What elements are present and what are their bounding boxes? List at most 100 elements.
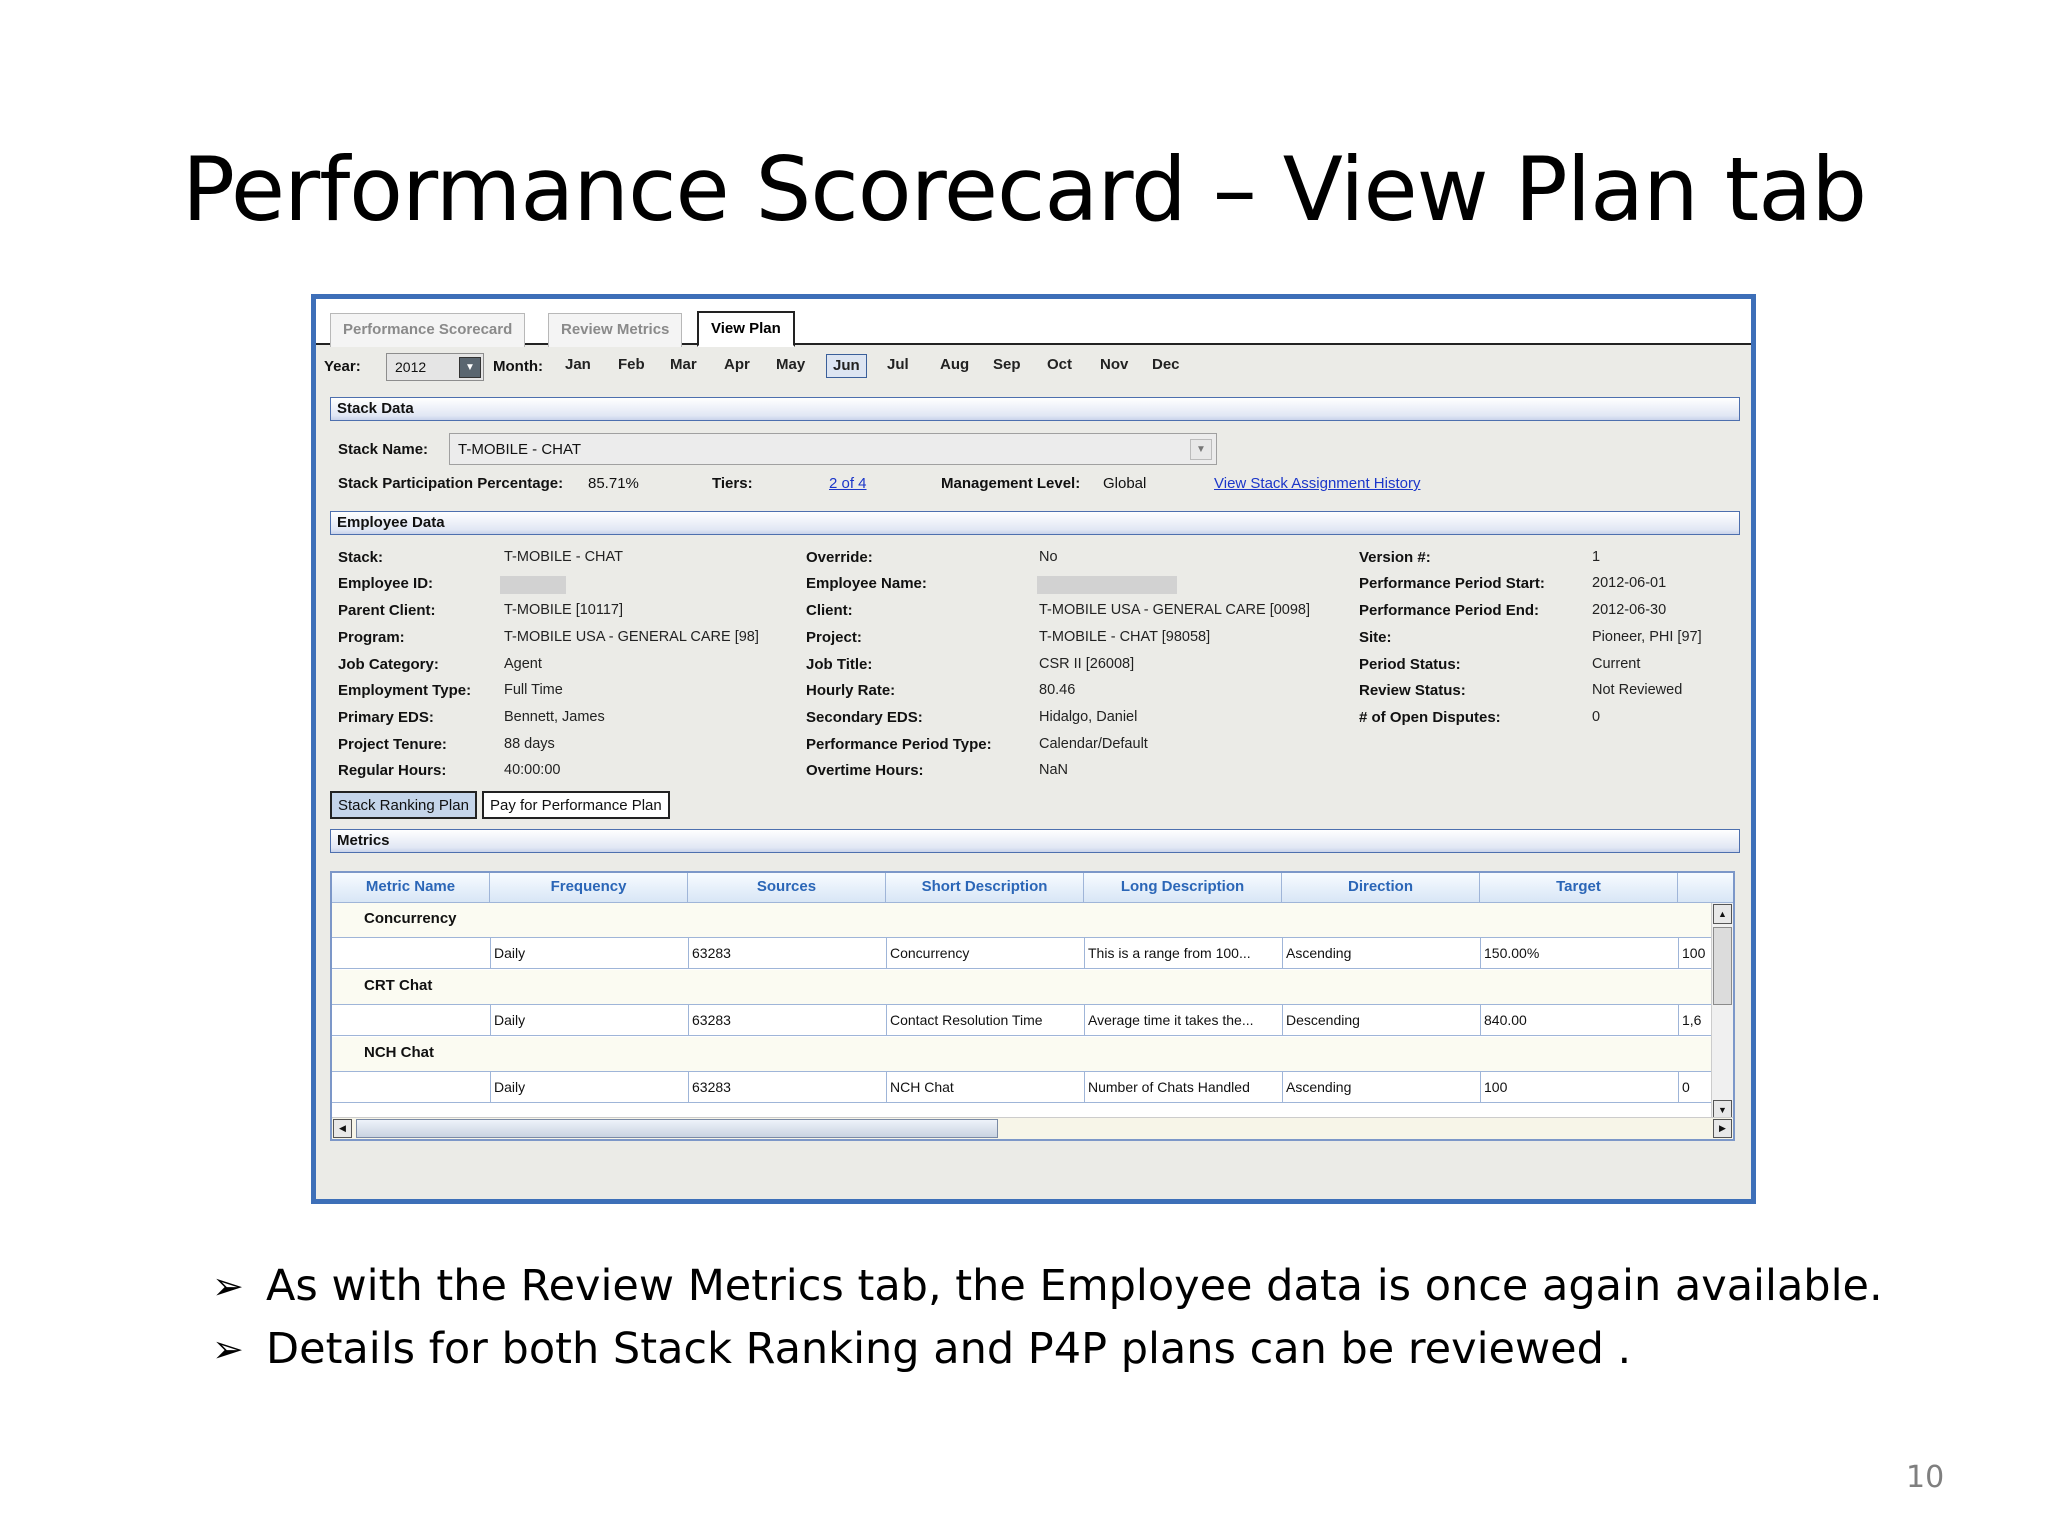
month-jul[interactable]: Jul	[881, 354, 915, 378]
table-row[interactable]: Daily 63283 Concurrency This is a range …	[332, 937, 1712, 969]
month-jan[interactable]: Jan	[559, 354, 597, 378]
view-stack-history-link[interactable]: View Stack Assignment History	[1214, 475, 1420, 492]
period-end-label: Performance Period End:	[1359, 602, 1540, 619]
hourly-rate-label: Hourly Rate:	[806, 682, 896, 699]
cell-short-description: Contact Resolution Time	[886, 1005, 1084, 1036]
horizontal-scrollbar[interactable]: ◀ ▶	[332, 1117, 1733, 1139]
pay-for-performance-plan-button[interactable]: Pay for Performance Plan	[482, 791, 670, 819]
col-metric-name[interactable]: Metric Name	[332, 873, 490, 903]
period-start-value: 2012-06-01	[1592, 575, 1667, 591]
scroll-thumb[interactable]	[356, 1119, 998, 1138]
employee-data-header: Employee Data	[330, 511, 1740, 535]
stack-label: Stack:	[338, 549, 384, 566]
chevron-down-icon[interactable]: ▼	[1190, 439, 1212, 460]
stack-name-value: T-MOBILE - CHAT	[458, 441, 582, 458]
stack-name-select[interactable]: T-MOBILE - CHAT ▼	[449, 433, 1217, 465]
metrics-table-header: Metric Name Frequency Sources Short Desc…	[332, 873, 1733, 903]
employee-name-redacted	[1037, 576, 1177, 594]
table-row[interactable]: Daily 63283 Contact Resolution Time Aver…	[332, 1004, 1712, 1036]
month-nov[interactable]: Nov	[1094, 354, 1134, 378]
tab-review-metrics[interactable]: Review Metrics	[548, 313, 683, 347]
cell-long-description: Average time it takes the...	[1084, 1005, 1282, 1036]
month-dec[interactable]: Dec	[1146, 354, 1186, 378]
bullet-item: ➢ As with the Review Metrics tab, the Em…	[212, 1255, 1883, 1318]
program-label: Program:	[338, 629, 405, 646]
project-tenure-value: 88 days	[504, 736, 555, 752]
overtime-hours-value: NaN	[1039, 762, 1069, 778]
period-start-label: Performance Period Start:	[1359, 575, 1545, 592]
month-feb[interactable]: Feb	[612, 354, 651, 378]
scorecard-app: Performance Scorecard Review Metrics Vie…	[316, 299, 1751, 1199]
col-sources[interactable]: Sources	[688, 873, 886, 903]
metrics-header: Metrics	[330, 829, 1740, 853]
cell-target: 150.00%	[1480, 938, 1678, 969]
table-row[interactable]: Daily 63283 NCH Chat Number of Chats Han…	[332, 1071, 1712, 1103]
col-frequency[interactable]: Frequency	[490, 873, 688, 903]
metric-group-row[interactable]: NCH Chat	[332, 1037, 1712, 1071]
chevron-down-icon[interactable]: ▼	[459, 357, 481, 378]
month-may[interactable]: May	[770, 354, 811, 378]
tab-performance-scorecard[interactable]: Performance Scorecard	[330, 313, 526, 347]
app-screenshot-frame: Performance Scorecard Review Metrics Vie…	[311, 294, 1756, 1204]
program-value: T-MOBILE USA - GENERAL CARE [98]	[504, 629, 759, 645]
hourly-rate-value: 80.46	[1039, 682, 1076, 698]
job-category-value: Agent	[504, 656, 542, 672]
version-label: Version #:	[1359, 549, 1431, 566]
period-end-value: 2012-06-30	[1592, 602, 1667, 618]
col-short-description[interactable]: Short Description	[886, 873, 1084, 903]
open-disputes-value: 0	[1592, 709, 1601, 725]
metric-group-name: Concurrency	[364, 910, 457, 927]
tiers-link[interactable]: 2 of 4	[829, 475, 867, 492]
cell-long-description: Number of Chats Handled	[1084, 1072, 1282, 1103]
vertical-scrollbar[interactable]: ▲ ▼	[1711, 903, 1733, 1121]
metric-group-name: NCH Chat	[364, 1044, 434, 1061]
tab-bar: Performance Scorecard Review Metrics Vie…	[316, 299, 1751, 347]
employee-id-redacted	[500, 576, 566, 594]
parent-client-label: Parent Client:	[338, 602, 436, 619]
cell-next: 0	[1678, 1072, 1712, 1103]
scroll-thumb[interactable]	[1713, 927, 1732, 1005]
month-mar[interactable]: Mar	[664, 354, 703, 378]
client-value: T-MOBILE USA - GENERAL CARE [0098]	[1039, 602, 1311, 618]
stack-value: T-MOBILE - CHAT	[504, 549, 623, 565]
col-long-description[interactable]: Long Description	[1084, 873, 1282, 903]
year-select[interactable]: 2012 ▼	[386, 353, 484, 381]
cell-next: 100	[1678, 938, 1712, 969]
month-oct[interactable]: Oct	[1041, 354, 1078, 378]
performance-period-type-label: Performance Period Type:	[806, 736, 992, 753]
col-direction[interactable]: Direction	[1282, 873, 1480, 903]
secondary-eds-label: Secondary EDS:	[806, 709, 923, 726]
project-label: Project:	[806, 629, 862, 646]
cell-sources: 63283	[688, 938, 886, 969]
cell-short-description: Concurrency	[886, 938, 1084, 969]
scroll-right-icon[interactable]: ▶	[1713, 1119, 1732, 1138]
month-jun[interactable]: Jun	[826, 354, 867, 378]
bullet-item: ➢ Details for both Stack Ranking and P4P…	[212, 1318, 1883, 1381]
period-selector: Year: 2012 ▼ Month: Jan Feb Mar Apr May …	[316, 351, 1751, 383]
month-aug[interactable]: Aug	[934, 354, 975, 378]
job-category-label: Job Category:	[338, 656, 439, 673]
bullet-text: Details for both Stack Ranking and P4P p…	[266, 1324, 1632, 1374]
scroll-left-icon[interactable]: ◀	[333, 1119, 352, 1138]
month-apr[interactable]: Apr	[718, 354, 756, 378]
stack-data-header: Stack Data	[330, 397, 1740, 421]
scroll-up-icon[interactable]: ▲	[1713, 904, 1732, 924]
month-sep[interactable]: Sep	[987, 354, 1027, 378]
cell-frequency: Daily	[490, 1005, 688, 1036]
period-status-label: Period Status:	[1359, 656, 1461, 673]
override-value: No	[1039, 549, 1058, 565]
metric-group-row[interactable]: Concurrency	[332, 903, 1712, 937]
project-tenure-label: Project Tenure:	[338, 736, 447, 753]
cell-metric-name	[332, 1005, 490, 1036]
tab-view-plan[interactable]: View Plan	[697, 311, 795, 347]
review-status-label: Review Status:	[1359, 682, 1466, 699]
site-label: Site:	[1359, 629, 1392, 646]
stack-ranking-plan-button[interactable]: Stack Ranking Plan	[330, 791, 477, 819]
year-value: 2012	[395, 359, 427, 375]
col-target[interactable]: Target	[1480, 873, 1678, 903]
metric-group-row[interactable]: CRT Chat	[332, 970, 1712, 1004]
regular-hours-value: 40:00:00	[504, 762, 561, 778]
primary-eds-label: Primary EDS:	[338, 709, 434, 726]
open-disputes-label: # of Open Disputes:	[1359, 709, 1501, 726]
cell-metric-name	[332, 1072, 490, 1103]
